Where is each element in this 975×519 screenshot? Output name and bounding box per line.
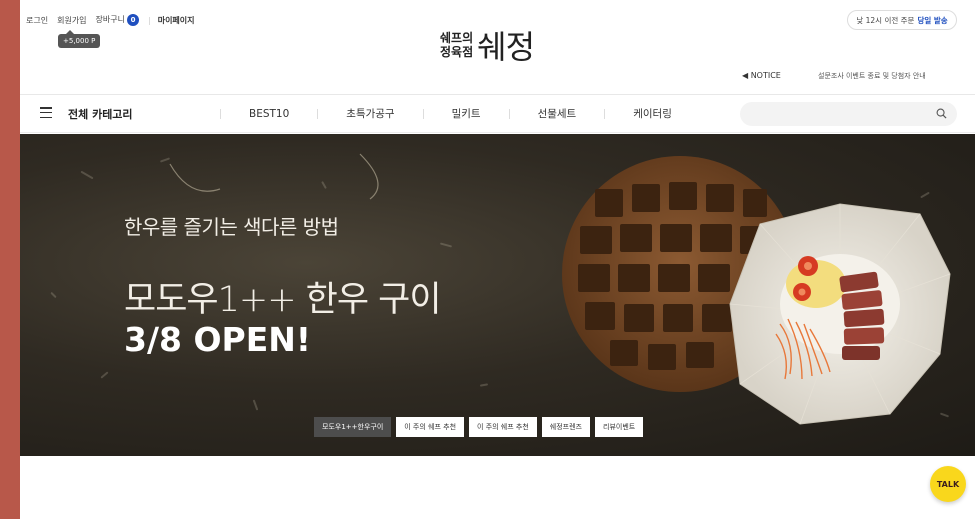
same-day-delivery-badge: 낮 12시 이전 주문 당일 발송 [847, 10, 957, 30]
nav-item-catering[interactable]: 케이터링 [633, 106, 672, 121]
nav-item-deals[interactable]: 초특가공구 [346, 106, 394, 121]
main-nav: 전체 카테고리 BEST10 초특가공구 밀키트 선물세트 케이터링 [20, 95, 975, 133]
nav-menu: BEST10 초특가공구 밀키트 선물세트 케이터링 [220, 106, 672, 121]
notice-label[interactable]: ◀ NOTICE [742, 71, 781, 80]
hero-subtitle: 한우를 즐기는 색다른 방법 [124, 215, 339, 239]
cart-link[interactable]: 장바구니 0 [96, 14, 139, 26]
menu-icon[interactable] [40, 107, 52, 118]
nav-divider [508, 108, 510, 119]
banner-tab-1[interactable]: 모도우1++한우구이 [314, 417, 392, 437]
food-illustration [562, 156, 951, 425]
mypage-link[interactable]: 마이페이지 [158, 15, 195, 26]
divider: | [148, 15, 151, 25]
nav-item-best10[interactable]: BEST10 [249, 108, 289, 120]
decorative-arcs [169, 153, 379, 200]
cart-count-badge: 0 [127, 14, 139, 26]
hero-banner[interactable]: 한우를 즐기는 색다른 방법 모도우1++ 한우 구이 3/8 OPEN! 모도… [20, 134, 975, 456]
point-tooltip: +5,000 P [58, 30, 101, 48]
delivery-highlight: 당일 발송 [917, 15, 948, 25]
all-categories-button[interactable]: 전체 카테고리 [68, 106, 133, 122]
signup-link[interactable]: 회원가입 [57, 15, 86, 26]
logo-wordmark: 쉐정 [477, 28, 535, 66]
nav-divider [317, 108, 319, 119]
search-input[interactable] [740, 102, 957, 126]
login-link[interactable]: 로그인 [26, 15, 48, 26]
page: 로그인 회원가입 장바구니 0 | 마이페이지 +5,000 P 쉐프의 정육점 … [20, 0, 975, 519]
banner-tabs: 모도우1++한우구이 이 주의 쉐프 추천 이 주의 쉐프 추천 쉐정프렌즈 리… [314, 417, 644, 437]
logo-subtext: 쉐프의 정육점 [440, 31, 473, 59]
logo-line1: 쉐프의 [440, 31, 474, 45]
banner-tab-label: 모도우1++한우구이 [322, 423, 384, 431]
banner-tab-4[interactable]: 쉐정프렌즈 [541, 417, 590, 437]
nav-divider [422, 108, 424, 119]
chat-icon-label: TALK [936, 479, 960, 489]
nav-divider [604, 108, 606, 119]
kakao-talk-chat-button[interactable]: TALK [930, 466, 966, 502]
banner-tab-2[interactable]: 이 주의 쉐프 추천 [396, 417, 465, 437]
nav-item-mealkit[interactable]: 밀키트 [452, 106, 481, 121]
banner-tab-3[interactable]: 이 주의 쉐프 추천 [469, 417, 537, 437]
banner-tab-5[interactable]: 리뷰이벤트 [595, 417, 644, 437]
utility-links: 로그인 회원가입 장바구니 0 | 마이페이지 [26, 14, 204, 26]
delivery-text: 낮 12시 이전 주문 [856, 15, 915, 25]
site-logo[interactable]: 쉐프의 정육점 쉐정 [440, 22, 535, 68]
logo-line2: 정육점 [440, 45, 474, 59]
hero-title: 모도우1++ 한우 구이 [124, 280, 442, 320]
cart-label: 장바구니 [95, 15, 125, 24]
hero-open-date: 3/8 OPEN! [124, 320, 311, 359]
nav-item-giftset[interactable]: 선물세트 [538, 106, 577, 121]
top-header: 로그인 회원가입 장바구니 0 | 마이페이지 +5,000 P 쉐프의 정육점 … [20, 0, 975, 94]
nav-divider [220, 108, 221, 119]
search-icon[interactable] [936, 108, 947, 119]
notice-text[interactable]: 설문조사 이벤트 종료 및 당첨자 안내 [818, 71, 926, 81]
